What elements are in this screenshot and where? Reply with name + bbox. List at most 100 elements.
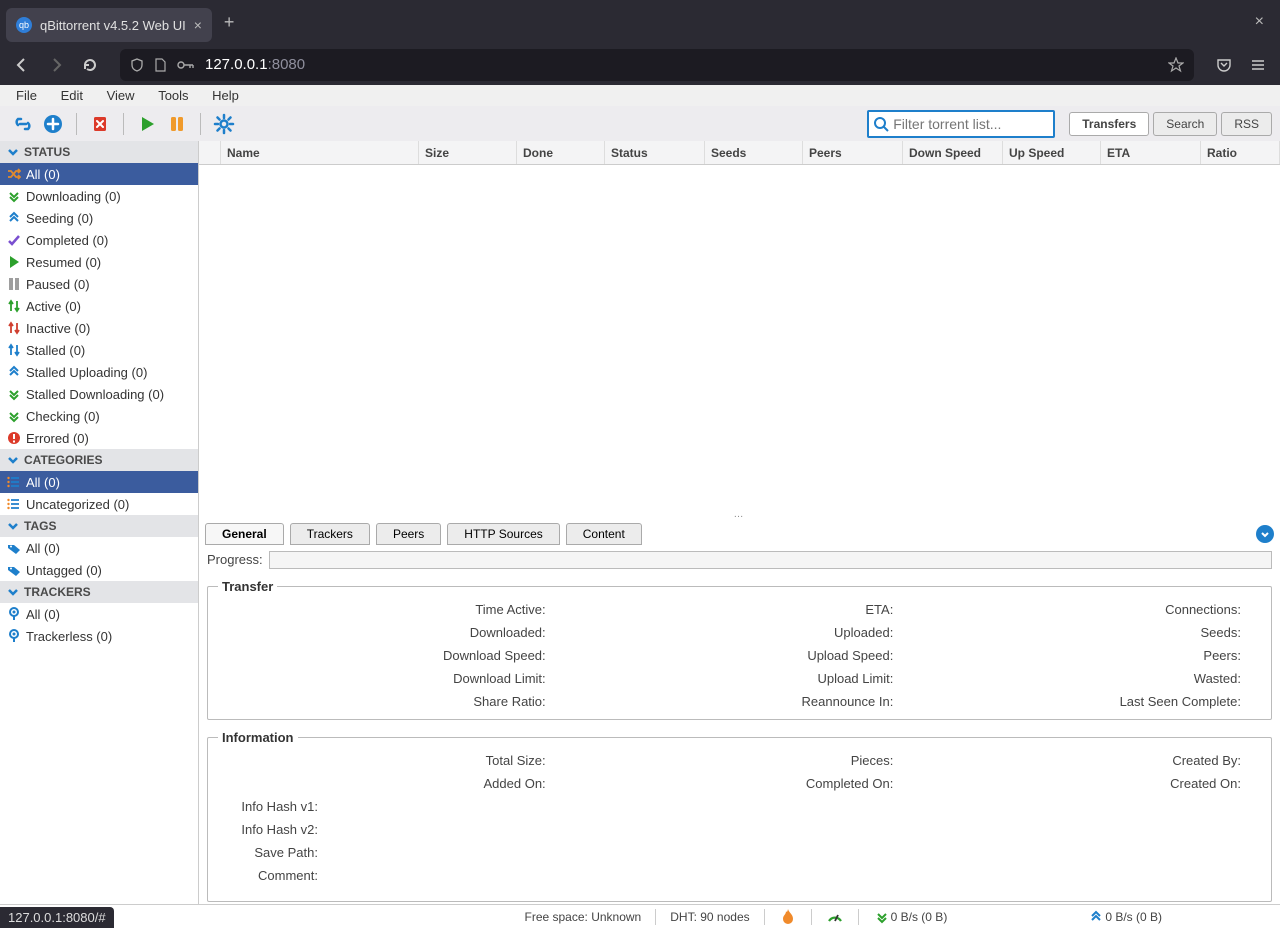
detail-label: Download Limit: xyxy=(218,671,566,686)
sidebar-item-label: Checking (0) xyxy=(26,409,100,424)
add-torrent-button[interactable] xyxy=(38,109,68,139)
detail-expand-icon[interactable] xyxy=(1256,525,1274,543)
close-tab-icon[interactable]: × xyxy=(194,17,202,33)
view-tabs: Transfers Search RSS xyxy=(1069,112,1272,136)
detail-body: Progress: Transfer Time Active:ETA:Conne… xyxy=(199,545,1280,905)
sidebar-item-label: Trackerless (0) xyxy=(26,629,112,644)
sidebar-item-label: Errored (0) xyxy=(26,431,89,446)
reload-button[interactable] xyxy=(76,51,104,79)
sidebar: STATUS All (0) Downloading (0)Seeding (0)… xyxy=(0,141,199,904)
sidebar-status-item[interactable]: Seeding (0) xyxy=(0,207,198,229)
detail-tab-content[interactable]: Content xyxy=(566,523,642,545)
sidebar-status-item[interactable]: Completed (0) xyxy=(0,229,198,251)
add-link-button[interactable] xyxy=(8,109,38,139)
sidebar-tags-head[interactable]: TAGS xyxy=(0,515,198,537)
hamburger-menu-icon[interactable] xyxy=(1244,51,1272,79)
sidebar-status-item[interactable]: Active (0) xyxy=(0,295,198,317)
detail-tab-http[interactable]: HTTP Sources xyxy=(447,523,559,545)
sidebar-status-head[interactable]: STATUS xyxy=(0,141,198,163)
status-icon xyxy=(6,386,22,402)
menu-edit[interactable]: Edit xyxy=(51,85,93,106)
col-ratio[interactable]: Ratio xyxy=(1201,141,1280,164)
sidebar-status-item[interactable]: Stalled Uploading (0) xyxy=(0,361,198,383)
status-freespace: Free space: Unknown xyxy=(525,910,642,924)
detail-label: Connections: xyxy=(913,602,1261,617)
statusbar: Free space: Unknown DHT: 90 nodes 0 B/s … xyxy=(0,904,1280,928)
col-eta[interactable]: ETA xyxy=(1101,141,1201,164)
col-name[interactable]: Name xyxy=(221,141,419,164)
status-icon xyxy=(6,320,22,336)
sidebar-status-item[interactable]: Resumed (0) xyxy=(0,251,198,273)
information-fieldset: Information Total Size:Pieces:Created By… xyxy=(207,730,1272,902)
resume-button[interactable] xyxy=(132,109,162,139)
browser-tab[interactable]: qb qBittorrent v4.5.2 Web UI × xyxy=(6,8,212,42)
detail-label: Completed On: xyxy=(566,776,914,791)
status-down: 0 B/s (0 B) xyxy=(891,910,948,924)
sidebar-trackers-head[interactable]: TRACKERS xyxy=(0,581,198,603)
sidebar-status-item[interactable]: Downloading (0) xyxy=(0,185,198,207)
status-icon xyxy=(6,364,22,380)
page-icon xyxy=(154,58,167,72)
detail-label: Pieces: xyxy=(566,753,914,768)
detail-label: ETA: xyxy=(566,602,914,617)
col-status[interactable]: Status xyxy=(605,141,705,164)
sidebar-category-item[interactable]: All (0) xyxy=(0,471,198,493)
settings-button[interactable] xyxy=(209,109,239,139)
status-icon xyxy=(6,188,22,204)
status-icon xyxy=(6,166,22,182)
sidebar-tag-item[interactable]: Untagged (0) xyxy=(0,559,198,581)
sidebar-category-item[interactable]: Uncategorized (0) xyxy=(0,493,198,515)
trackers-title: TRACKERS xyxy=(24,585,91,599)
search-icon xyxy=(869,116,893,132)
detail-label: Created By: xyxy=(913,753,1261,768)
sidebar-status-item[interactable]: Checking (0) xyxy=(0,405,198,427)
col-size[interactable]: Size xyxy=(419,141,517,164)
sidebar-status-item[interactable]: Paused (0) xyxy=(0,273,198,295)
menu-help[interactable]: Help xyxy=(202,85,249,106)
tab-title: qBittorrent v4.5.2 Web UI xyxy=(40,18,186,33)
sidebar-item-label: All (0) xyxy=(26,167,60,182)
sidebar-tracker-item[interactable]: All (0) xyxy=(0,603,198,625)
col-upspeed[interactable]: Up Speed xyxy=(1003,141,1101,164)
menu-file[interactable]: File xyxy=(6,85,47,106)
sidebar-status-item[interactable]: All (0) xyxy=(0,163,198,185)
detail-tab-general[interactable]: General xyxy=(205,523,284,545)
sidebar-categories-head[interactable]: CATEGORIES xyxy=(0,449,198,471)
detail-tab-trackers[interactable]: Trackers xyxy=(290,523,370,545)
sidebar-item-label: Resumed (0) xyxy=(26,255,101,270)
pocket-icon[interactable] xyxy=(1210,51,1238,79)
col-seeds[interactable]: Seeds xyxy=(705,141,803,164)
sidebar-status-item[interactable]: Errored (0) xyxy=(0,427,198,449)
sidebar-item-label: Uncategorized (0) xyxy=(26,497,129,512)
splitter[interactable]: … xyxy=(199,509,1280,519)
detail-tabs: General Trackers Peers HTTP Sources Cont… xyxy=(199,519,1280,545)
menu-view[interactable]: View xyxy=(97,85,145,106)
tab-transfers[interactable]: Transfers xyxy=(1069,112,1149,136)
bookmark-star-icon[interactable] xyxy=(1168,57,1184,73)
tab-search[interactable]: Search xyxy=(1153,112,1217,136)
delete-button[interactable] xyxy=(85,109,115,139)
sidebar-status-item[interactable]: Inactive (0) xyxy=(0,317,198,339)
fire-icon[interactable] xyxy=(779,908,797,926)
search-input[interactable] xyxy=(893,113,1053,135)
col-done[interactable]: Done xyxy=(517,141,605,164)
sidebar-tracker-item[interactable]: Trackerless (0) xyxy=(0,625,198,647)
col-downspeed[interactable]: Down Speed xyxy=(903,141,1003,164)
pause-button[interactable] xyxy=(162,109,192,139)
sidebar-tag-item[interactable]: All (0) xyxy=(0,537,198,559)
search-wrap xyxy=(867,110,1055,138)
url-bar[interactable]: 127.0.0.1:8080 xyxy=(120,49,1194,81)
tab-rss[interactable]: RSS xyxy=(1221,112,1272,136)
detail-label: Upload Speed: xyxy=(566,648,914,663)
back-button[interactable] xyxy=(8,51,36,79)
sidebar-status-item[interactable]: Stalled (0) xyxy=(0,339,198,361)
sidebar-status-item[interactable]: Stalled Downloading (0) xyxy=(0,383,198,405)
detail-tab-peers[interactable]: Peers xyxy=(376,523,441,545)
qbittorrent-favicon: qb xyxy=(16,17,32,33)
speed-icon[interactable] xyxy=(826,908,844,926)
menu-tools[interactable]: Tools xyxy=(148,85,198,106)
col-peers[interactable]: Peers xyxy=(803,141,903,164)
new-tab-button[interactable]: + xyxy=(224,12,235,33)
forward-button[interactable] xyxy=(42,51,70,79)
window-close-icon[interactable]: × xyxy=(1255,13,1274,31)
